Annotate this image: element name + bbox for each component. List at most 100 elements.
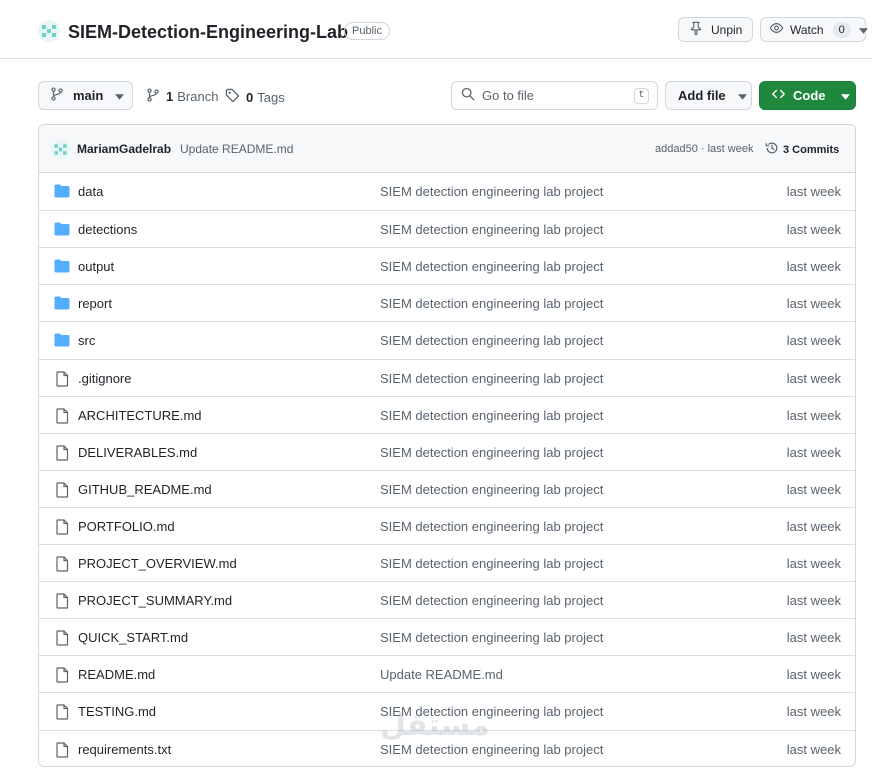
commit-message-link[interactable]: SIEM detection engineering lab project [380,184,603,199]
visibility-badge: Public [344,22,390,40]
table-row[interactable]: ARCHITECTURE.md SIEM detection engineerin… [39,395,855,433]
unpin-button[interactable]: Unpin [678,17,753,42]
go-to-file-search[interactable]: t [451,81,658,110]
branch-name: main [73,88,104,103]
eye-icon [769,21,784,38]
commit-time: last week [786,704,841,720]
file-name-link[interactable]: requirements.txt [78,742,171,757]
commit-time: last week [786,333,841,349]
code-button[interactable]: Code [759,81,856,110]
commit-message-link[interactable]: SIEM detection engineering lab project [380,259,603,274]
commits-history-link[interactable]: 3 Commits [765,141,839,158]
commit-message-link[interactable]: SIEM detection engineering lab project [380,704,603,719]
table-row[interactable]: DELIVERABLES.md SIEM detection engineerin… [39,432,855,470]
commit-hash-time[interactable]: addad50 · last week [655,143,753,155]
table-row[interactable]: GITHUB_README.md SIEM detection engineeri… [39,469,855,507]
file-name-link[interactable]: ARCHITECTURE.md [78,408,202,423]
commit-message-link[interactable]: SIEM detection engineering lab project [380,556,603,571]
table-row[interactable]: output SIEM detection engineering lab pro… [39,247,855,284]
file-name-link[interactable]: README.md [78,667,155,682]
tag-count: 0 [246,89,254,105]
file-name-link[interactable]: PROJECT_OVERVIEW.md [78,556,237,571]
file-name-link[interactable]: DELIVERABLES.md [78,445,197,460]
commit-time: last week [786,667,841,683]
repo-name[interactable]: SIEM-Detection-Engineering-Lab [68,20,348,44]
file-icon [56,519,69,538]
commit-time: last week [786,630,841,646]
commit-message-link[interactable]: Update README.md [180,142,293,156]
repo-header: SIEM-Detection-Engineering-Lab Public Un… [0,0,872,59]
git-branch-icon [50,87,64,104]
go-to-file-input[interactable] [482,88,632,103]
table-row[interactable]: QUICK_START.md SIEM detection engineering… [39,618,855,655]
table-row[interactable]: TESTING.md SIEM detection engineering lab… [39,692,855,729]
chevron-down-icon [840,88,850,103]
file-browser: MariamGadelrab Update README.md addad50 … [38,124,856,767]
commit-message-link[interactable]: SIEM detection engineering lab project [380,630,603,645]
history-icon [765,141,779,158]
commit-time: last week [786,370,841,386]
table-row[interactable]: PROJECT_OVERVIEW.md SIEM detection engine… [39,544,855,581]
commit-message-link[interactable]: SIEM detection engineering lab project [380,519,603,534]
folder-icon [54,296,70,313]
avatar[interactable] [51,140,70,159]
tag-word: Tags [257,89,285,105]
file-icon [56,741,69,761]
commit-message-link[interactable]: SIEM detection engineering lab project [380,371,603,386]
table-row[interactable]: PROJECT_SUMMARY.md SIEM detection enginee… [39,581,855,618]
file-name-link[interactable]: GITHUB_README.md [78,482,212,497]
file-icon [56,556,69,575]
commit-message-link[interactable]: Update README.md [380,667,503,682]
keyboard-shortcut-hint: t [634,88,649,104]
commit-message-link[interactable]: SIEM detection engineering lab project [380,445,603,460]
commit-author-link[interactable]: MariamGadelrab [77,142,171,156]
commit-message-link[interactable]: SIEM detection engineering lab project [380,593,603,608]
table-row[interactable]: data SIEM detection engineering lab proje… [39,173,855,210]
table-row[interactable]: README.md Update README.md last week [39,655,855,692]
repo-owner-avatar[interactable] [38,20,60,42]
folder-icon [54,222,70,239]
add-file-button[interactable]: Add file [665,81,752,110]
branch-selector[interactable]: main [38,81,133,110]
file-icon [56,704,69,723]
table-row[interactable]: src SIEM detection engineering lab projec… [39,321,855,358]
file-name-link[interactable]: src [78,333,95,348]
commit-message-link[interactable]: SIEM detection engineering lab project [380,296,603,311]
commits-count: 3 Commits [783,143,840,156]
file-name-link[interactable]: TESTING.md [78,704,156,719]
branches-link[interactable]: 1 Branch [146,88,218,105]
file-name-link[interactable]: detections [78,222,137,237]
code-label: Code [793,88,826,103]
commit-message-link[interactable]: SIEM detection engineering lab project [380,408,603,423]
chevron-down-icon [737,88,747,103]
file-name-link[interactable]: PROJECT_SUMMARY.md [78,593,232,608]
folder-icon [54,259,70,276]
file-name-link[interactable]: PORTFOLIO.md [78,519,175,534]
file-icon [56,667,69,686]
watch-button[interactable]: Watch 0 [760,17,868,42]
file-name-link[interactable]: report [78,296,112,311]
commit-time: last week [786,296,841,312]
tags-link[interactable]: 0 Tags [225,88,285,106]
file-name-link[interactable]: data [78,184,103,199]
commit-message-link[interactable]: SIEM detection engineering lab project [380,222,603,237]
file-name-link[interactable]: .gitignore [78,371,131,386]
file-name-link[interactable]: QUICK_START.md [78,630,188,645]
table-row[interactable]: report SIEM detection engineering lab pro… [39,284,855,321]
git-branch-icon [146,88,160,105]
table-row[interactable]: PORTFOLIO.md SIEM detection engineering l… [39,506,855,544]
table-row[interactable]: .gitignore SIEM detection engineering lab… [39,358,855,396]
commit-message-link[interactable]: SIEM detection engineering lab project [380,742,603,757]
file-name-link[interactable]: output [78,259,114,274]
file-icon [56,370,69,390]
file-icon [56,482,69,501]
commit-time: last week [786,184,841,199]
table-row[interactable]: detections SIEM detection engineering lab… [39,210,855,247]
folder-icon [54,184,70,201]
commit-message-link[interactable]: SIEM detection engineering lab project [380,482,603,497]
file-icon [56,630,69,649]
table-row[interactable]: requirements.txt SIEM detection engineeri… [39,729,855,767]
branch-count: 1 [166,89,174,104]
latest-commit-bar: MariamGadelrab Update README.md addad50 … [39,125,855,173]
commit-message-link[interactable]: SIEM detection engineering lab project [380,333,603,348]
